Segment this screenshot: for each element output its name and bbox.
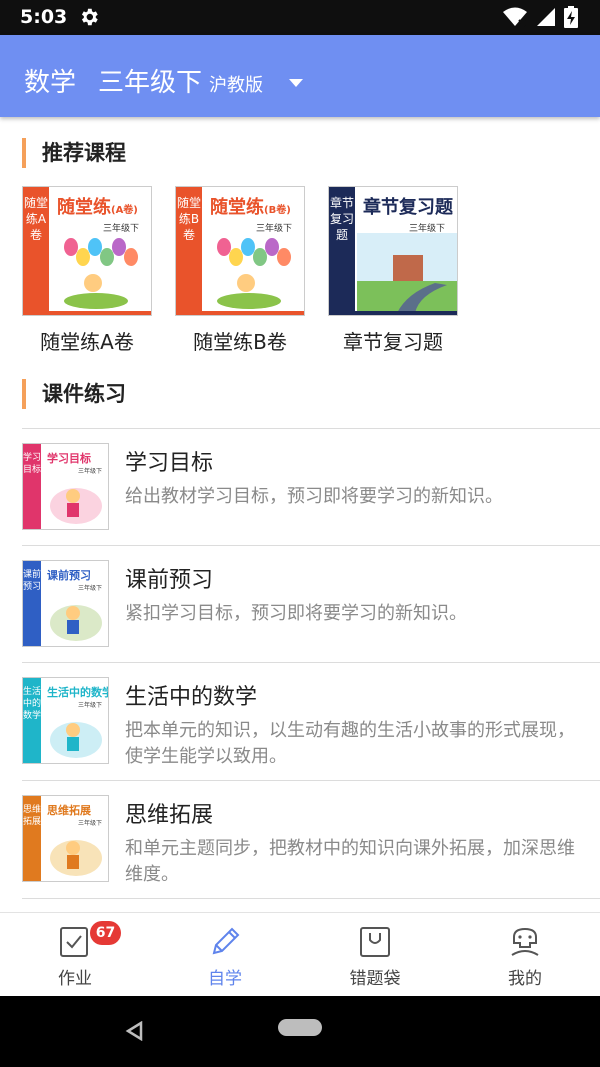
cover-spine: 生活中的数学: [23, 678, 41, 763]
courseware-title: 思维拓展: [125, 803, 214, 828]
home-button[interactable]: [278, 1019, 322, 1036]
cover-grade: 三年级下: [77, 702, 102, 709]
courseware-title: 生活中的数学: [125, 685, 258, 710]
nav-homework[interactable]: 67 作业: [0, 913, 150, 997]
cover-grade: 三年级下: [77, 585, 102, 592]
profile-icon: [511, 927, 539, 956]
cover-title-suffix: (B卷): [264, 205, 291, 216]
cover-title-main: 随堂练: [57, 197, 111, 218]
courseware-cover-image: 生活中的数学 生活中的数学 三年级下: [22, 677, 109, 764]
wifi-icon: [503, 7, 527, 27]
chevron-down-icon[interactable]: [289, 79, 303, 87]
courseware-cover-image: 思维拓展 思维拓展 三年级下: [22, 795, 109, 882]
cover-illustration: [50, 722, 102, 758]
courseware-item[interactable]: 课前预习 课前预习 三年级下 课前预习 紧扣学习目标，预习即将要学习的新知识。: [0, 546, 600, 663]
courseware-item[interactable]: 学习目标 学习目标 三年级下 学习目标 给出教材学习目标，预习即将要学习的新知识。: [0, 429, 600, 546]
status-indicators: [502, 6, 578, 28]
cover-grade: 三年级下: [77, 820, 102, 827]
nav-mistake-bag[interactable]: 错题袋: [300, 913, 450, 997]
signal-icon: [537, 8, 555, 26]
cover-title: 生活中的数学: [47, 686, 109, 699]
nav-label: 我的: [508, 969, 542, 989]
nav-profile[interactable]: 我的: [450, 913, 600, 997]
battery-charging-icon: [564, 6, 578, 28]
recommended-card[interactable]: 随堂练A卷 随堂练(A卷) 三年级下 随堂练A卷: [22, 186, 152, 355]
cover-bottom-stripe: [23, 311, 151, 315]
cover-illustration: [50, 605, 102, 641]
gear-icon: [81, 8, 98, 26]
school-illustration: [357, 233, 457, 313]
course-label: 随堂练A卷: [40, 330, 134, 354]
list-divider: [22, 898, 600, 899]
cover-grade: 三年级下: [77, 468, 102, 475]
course-cover-image: 随堂练B卷 随堂练(B卷) 三年级下: [175, 186, 305, 316]
course-cover-image: 章节复习题 章节复习题 三年级下: [328, 186, 458, 316]
bag-icon: [360, 927, 390, 957]
subject-title[interactable]: 数学: [24, 62, 76, 99]
section-title-recommended: 推荐课程: [22, 138, 126, 168]
cover-illustration: [50, 488, 102, 524]
recommended-card[interactable]: 随堂练B卷 随堂练(B卷) 三年级下 随堂练B卷: [175, 186, 305, 355]
system-navigation-bar: [0, 996, 600, 1067]
edition-label[interactable]: 沪教版: [209, 71, 263, 97]
cover-title: 随堂练(B卷): [210, 193, 291, 219]
section-title-courseware: 课件练习: [22, 379, 126, 409]
courseware-cover-image: 学习目标 学习目标 三年级下: [22, 443, 109, 530]
cover-spine: 随堂练B卷: [176, 187, 202, 315]
cover-spine: 随堂练A卷: [23, 187, 49, 315]
cover-spine: 学习目标: [23, 444, 41, 529]
courseware-cover-image: 课前预习 课前预习 三年级下: [22, 560, 109, 647]
cover-illustration: [50, 840, 102, 876]
courseware-title: 学习目标: [125, 451, 214, 476]
homework-icon: [60, 927, 88, 957]
cover-title: 学习目标: [47, 452, 91, 465]
courseware-description: 紧扣学习目标，预习即将要学习的新知识。: [125, 603, 467, 624]
courseware-item[interactable]: 思维拓展 思维拓展 三年级下 思维拓展 和单元主题同步，把教材中的知识向课外拓展，加深思…: [0, 781, 600, 898]
courseware-title: 课前预习: [125, 568, 214, 593]
courseware-item[interactable]: 生活中的数学 生活中的数学 三年级下 生活中的数学 把本单元的知识，以生动有趣的生活小故…: [0, 663, 600, 780]
back-icon[interactable]: [125, 1021, 143, 1041]
nav-label: 自学: [208, 969, 242, 989]
cover-title: 思维拓展: [47, 804, 91, 817]
recommended-card[interactable]: 章节复习题 章节复习题 三年级下 章节复习题: [328, 186, 458, 355]
courseware-description: 把本单元的知识，以生动有趣的生活小故事的形式展现，使学生能学以致用。: [125, 720, 575, 767]
course-label: 随堂练B卷: [193, 330, 287, 354]
cover-spine: 课前预习: [23, 561, 41, 646]
cover-spine: 章节复习题: [329, 187, 355, 315]
cover-title: 课前预习: [47, 569, 91, 582]
cover-bottom-stripe: [176, 311, 304, 315]
bottom-navigation: 67 作业 自学 错题袋 我的: [0, 912, 600, 996]
courseware-description: 给出教材学习目标，预习即将要学习的新知识。: [125, 486, 503, 507]
cover-spine: 思维拓展: [23, 796, 41, 881]
cover-title: 章节复习题: [363, 193, 453, 219]
course-label: 章节复习题: [343, 330, 443, 354]
app-bar: 数学 三年级下 沪教版: [0, 35, 600, 117]
grade-selector[interactable]: 三年级下: [98, 62, 202, 99]
cover-title-suffix: (A卷): [111, 205, 138, 216]
cover-title: 随堂练(A卷): [57, 193, 138, 219]
pencil-icon: [212, 927, 240, 955]
cover-title-main: 章节复习题: [363, 197, 453, 218]
courseware-description: 和单元主题同步，把教材中的知识向课外拓展，加深思维维度。: [125, 838, 575, 885]
balloons-illustration: [64, 238, 138, 309]
nav-self-study[interactable]: 自学: [150, 913, 300, 997]
nav-label: 作业: [58, 969, 92, 989]
status-time: 5:03: [20, 6, 68, 28]
course-cover-image: 随堂练A卷 随堂练(A卷) 三年级下: [22, 186, 152, 316]
nav-label: 错题袋: [349, 969, 401, 989]
balloons-illustration: [217, 238, 291, 309]
status-bar: 5:03: [0, 0, 600, 35]
homework-badge: 67: [90, 921, 121, 945]
cover-title-main: 随堂练: [210, 197, 264, 218]
cover-bottom-stripe: [329, 311, 457, 315]
